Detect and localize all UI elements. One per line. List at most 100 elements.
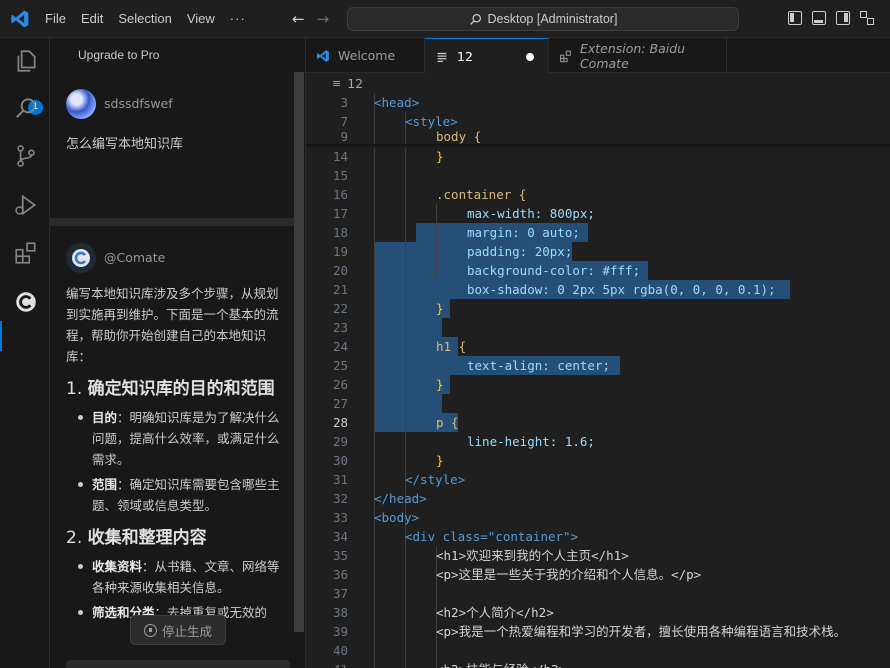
tab-extension-baidu-comate[interactable]: Extension: Baidu Comate bbox=[549, 38, 727, 73]
run-debug-icon[interactable] bbox=[13, 192, 39, 218]
line-text: <h2>个人简介</h2> bbox=[436, 605, 554, 620]
line-text: <p>我是一个热爱编程和学习的开发者，擅长使用各种编程语言和技术栈。 bbox=[436, 624, 847, 639]
line-number: 40 bbox=[332, 643, 348, 658]
line-number: 30 bbox=[332, 453, 348, 468]
line-number: 18 bbox=[332, 225, 348, 240]
line-number: 39 bbox=[332, 624, 348, 639]
tab-welcome[interactable]: Welcome bbox=[306, 38, 425, 73]
line-number: 23 bbox=[332, 320, 348, 335]
line-text: box-shadow: 0 2px 5px rgba(0, 0, 0, 0.1)… bbox=[467, 282, 776, 297]
line-number: 34 bbox=[332, 529, 348, 544]
menu-bar: File Edit Selection View ··· bbox=[45, 11, 261, 27]
command-center-label: Desktop [Administrator] bbox=[487, 12, 618, 26]
menu-selection[interactable]: Selection bbox=[118, 11, 171, 27]
source-control-icon[interactable] bbox=[13, 143, 39, 169]
list-icon bbox=[437, 52, 447, 62]
line-number: 37 bbox=[332, 586, 348, 601]
customize-layout-icon[interactable] bbox=[860, 11, 874, 25]
code-line: 33 <body> bbox=[306, 508, 890, 527]
line-number: 41 bbox=[306, 660, 348, 668]
search-icon bbox=[469, 13, 481, 25]
section-heading: 1. 确定知识库的目的和范围 bbox=[66, 376, 280, 403]
item-label: 目的 bbox=[92, 410, 118, 425]
menu-view[interactable]: View bbox=[187, 11, 215, 27]
arrow-right-icon[interactable]: → bbox=[317, 10, 330, 28]
tab-label: Extension: Baidu Comate bbox=[579, 40, 686, 71]
chat-input[interactable] bbox=[66, 660, 290, 668]
line-text: .container { bbox=[436, 187, 527, 202]
user-avatar bbox=[66, 89, 96, 119]
item-label: 收集资料 bbox=[92, 559, 143, 574]
extensions-icon[interactable] bbox=[13, 240, 39, 266]
code-line: 29 line-height: 1.6; bbox=[306, 432, 890, 451]
line-number: 26 bbox=[332, 377, 348, 392]
upgrade-link[interactable]: Upgrade to Pro bbox=[78, 48, 159, 62]
line-text: line-height: 1.6; bbox=[467, 434, 595, 449]
arrow-left-icon[interactable]: ← bbox=[292, 10, 305, 28]
line-text: body { bbox=[436, 129, 482, 144]
item-text: ：确定知识库需要包含哪些主题、领域或信息类型。 bbox=[92, 477, 280, 513]
section-title: 确定知识库的目的和范围 bbox=[87, 379, 275, 399]
line-number: 38 bbox=[332, 605, 348, 620]
line-text: </style> bbox=[405, 472, 466, 487]
panel-scrollbar[interactable] bbox=[294, 72, 304, 632]
comate-chat-panel: Upgrade to Pro sdssdfswef 怎么编写本地知识库 @Com… bbox=[50, 38, 306, 668]
line-text: } bbox=[436, 149, 444, 164]
vscode-logo-icon bbox=[316, 49, 329, 62]
code-line: 38 <h2>个人简介</h2> bbox=[306, 603, 890, 622]
section-heading: 2. 收集和整理内容 bbox=[66, 525, 280, 552]
stop-icon bbox=[143, 623, 157, 637]
line-number: 20 bbox=[332, 263, 348, 278]
comate-avatar-icon bbox=[66, 243, 96, 273]
line-number: 24 bbox=[332, 339, 348, 354]
toggle-panel-icon[interactable] bbox=[812, 11, 826, 25]
extensions-icon bbox=[560, 50, 571, 62]
line-number: 15 bbox=[332, 168, 348, 183]
tab-file-12[interactable]: 12 bbox=[425, 38, 549, 74]
user-message: sdssdfswef 怎么编写本地知识库 bbox=[50, 72, 294, 218]
toggle-primary-sidebar-icon[interactable] bbox=[788, 11, 802, 25]
code-line: 34 <div class="container"> bbox=[306, 527, 890, 546]
line-text: <body> bbox=[374, 510, 420, 525]
message-divider bbox=[50, 218, 294, 226]
menu-file[interactable]: File bbox=[45, 11, 66, 27]
code-line: 17 max-width: 800px; bbox=[306, 204, 890, 223]
unsaved-dot-icon[interactable] bbox=[526, 53, 534, 61]
code-line: 3 <head> bbox=[306, 93, 890, 112]
line-number: 21 bbox=[332, 282, 348, 297]
code-line: 36 <p>这里是一些关于我的介绍和个人信息。</p> bbox=[306, 565, 890, 584]
list-item: 目的：明确知识库是为了解决什么问题，提高什么效率，或满足什么需求。 bbox=[76, 407, 280, 470]
line-number: 31 bbox=[332, 472, 348, 487]
bot-intro: 编写本地知识库涉及多个步骤，从规划到实施再到维护。下面是一个基本的流程，帮助你开… bbox=[66, 286, 279, 364]
line-number: 27 bbox=[332, 396, 348, 411]
command-center[interactable]: Desktop [Administrator] bbox=[347, 7, 739, 31]
tab-label: 12 bbox=[457, 49, 473, 64]
files-icon[interactable] bbox=[13, 48, 39, 74]
line-text: background-color: #fff; bbox=[467, 263, 641, 278]
line-text: } bbox=[436, 301, 444, 316]
line-text: <h1>欢迎来到我的个人主页</h1> bbox=[436, 548, 629, 563]
comate-icon[interactable] bbox=[13, 289, 39, 315]
code-line: 41 <h2>技能与经验</h2> bbox=[306, 660, 890, 668]
toggle-secondary-sidebar-icon[interactable] bbox=[836, 11, 850, 25]
line-text: } bbox=[436, 453, 444, 468]
search-icon[interactable] bbox=[13, 95, 39, 121]
breadcrumb: ≡ 12 bbox=[306, 73, 890, 93]
line-text: <div class="container"> bbox=[405, 529, 579, 544]
code-line: 18 margin: 0 auto; bbox=[306, 223, 890, 242]
code-line: 35 <h1>欢迎来到我的个人主页</h1> bbox=[306, 546, 890, 565]
stop-generation-button[interactable]: 停止生成 bbox=[130, 615, 226, 645]
list-item: 范围：确定知识库需要包含哪些主题、领域或信息类型。 bbox=[76, 474, 280, 516]
code-line: 31 </style> bbox=[306, 470, 890, 489]
menu-more[interactable]: ··· bbox=[230, 11, 246, 27]
menu-edit[interactable]: Edit bbox=[81, 11, 103, 27]
code-line: 20 background-color: #fff; bbox=[306, 261, 890, 280]
list-item: 收集资料：从书籍、文章、网络等各种来源收集相关信息。 bbox=[76, 556, 280, 598]
code-line: 24 h1 { bbox=[306, 337, 890, 356]
user-name: sdssdfswef bbox=[104, 96, 173, 111]
code-line: 28 p { bbox=[306, 413, 890, 432]
code-line: 30} bbox=[306, 451, 890, 470]
breadcrumb-item[interactable]: 12 bbox=[347, 76, 363, 91]
line-text: p { bbox=[436, 415, 459, 430]
code-editor[interactable]: 3 <head> 7 <style> 9 body { 14} 15 16 .conta… bbox=[306, 93, 890, 668]
